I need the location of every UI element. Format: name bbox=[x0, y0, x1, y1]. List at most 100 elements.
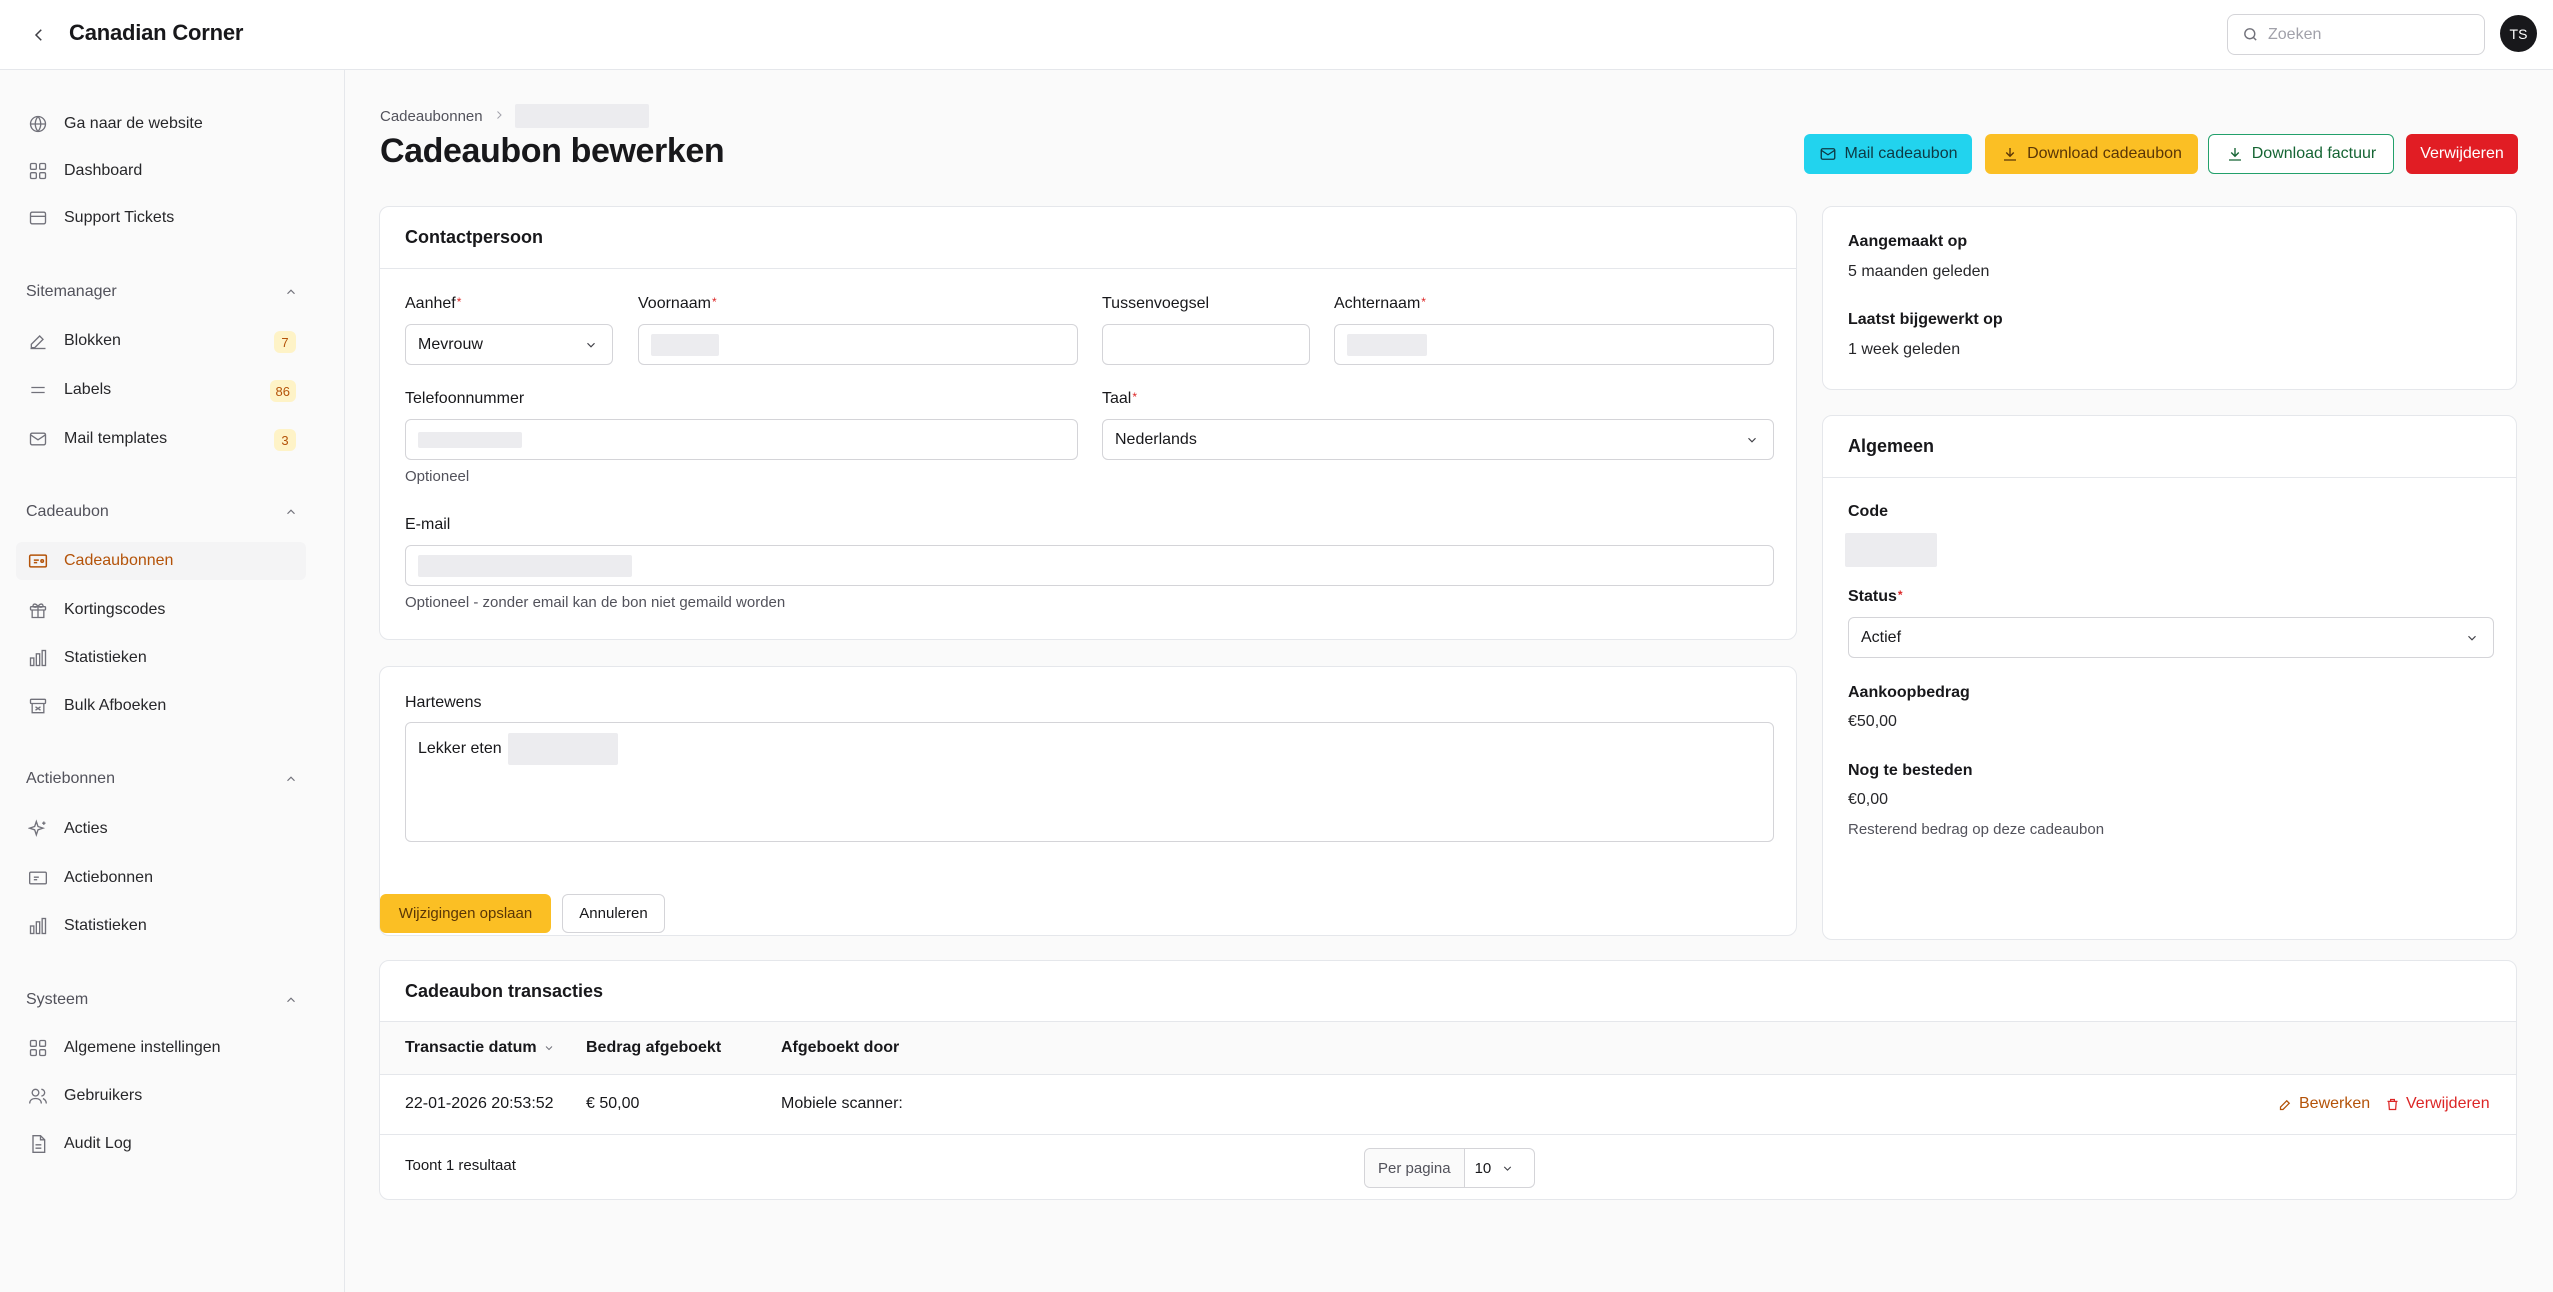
phone-input[interactable] bbox=[405, 419, 1078, 460]
cancel-button[interactable]: Annuleren bbox=[562, 894, 665, 933]
delete-transaction-button[interactable]: Verwijderen bbox=[2385, 1095, 2490, 1113]
meta-card: Aangemaakt op 5 maanden geleden Laatst b… bbox=[1822, 206, 2517, 390]
ticket-icon bbox=[26, 549, 50, 573]
edit-icon bbox=[26, 329, 50, 353]
delete-voucher-button[interactable]: Verwijderen bbox=[2406, 134, 2518, 174]
back-button[interactable] bbox=[26, 22, 52, 48]
sidebar-item-label: Cadeaubonnen bbox=[64, 552, 174, 569]
avatar[interactable]: TS bbox=[2500, 15, 2537, 52]
sidebar-item-label: Actiebonnen bbox=[64, 869, 153, 886]
created-value: 5 maanden geleden bbox=[1848, 263, 1990, 280]
search-input[interactable]: Zoeken bbox=[2227, 14, 2485, 55]
amount-value: €50,00 bbox=[1848, 713, 1897, 730]
sidebar-item-label: Statistieken bbox=[64, 917, 147, 934]
sidebar-item-instellingen[interactable]: Algemene instellingen bbox=[16, 1029, 306, 1067]
sidebar-item-label: Support Tickets bbox=[64, 209, 175, 226]
mail-icon bbox=[1820, 148, 1835, 160]
sidebar-item-label: Dashboard bbox=[64, 162, 143, 179]
per-page-select[interactable]: Per pagina 10 bbox=[1364, 1148, 1535, 1188]
language-value: Nederlands bbox=[1115, 430, 1197, 448]
sidebar-item-website[interactable]: Ga naar de website bbox=[16, 105, 306, 143]
sidebar-item-support[interactable]: Support Tickets bbox=[16, 199, 306, 237]
button-label: Annuleren bbox=[579, 905, 648, 922]
column-transaction-date[interactable]: Transactie datum bbox=[405, 1039, 555, 1057]
salutation-value: Mevrouw bbox=[418, 335, 483, 353]
status-value: Actief bbox=[1861, 628, 1902, 646]
phone-label: Telefoonnummer bbox=[405, 390, 525, 407]
general-card-title: Algemeen bbox=[1823, 416, 2516, 478]
sidebar-item-labels[interactable]: Labels 86 bbox=[16, 371, 306, 409]
sidebar-group-sitemanager[interactable]: Sitemanager bbox=[26, 283, 298, 301]
status-select[interactable]: Actief bbox=[1848, 617, 2494, 658]
sidebar-item-statistieken[interactable]: Statistieken bbox=[16, 639, 306, 677]
result-count: Toont 1 resultaat bbox=[405, 1157, 516, 1174]
sidebar-item-label: Bulk Afboeken bbox=[64, 697, 167, 714]
topbar: Canadian Corner Zoeken TS bbox=[0, 0, 2553, 70]
globe-icon bbox=[26, 112, 50, 136]
count-badge: 86 bbox=[269, 380, 296, 402]
language-select[interactable]: Nederlands bbox=[1102, 419, 1774, 460]
sidebar-item-bulk-afboeken[interactable]: Bulk Afboeken bbox=[16, 687, 306, 725]
sidebar-item-gebruikers[interactable]: Gebruikers bbox=[16, 1077, 306, 1115]
search-placeholder: Zoeken bbox=[2268, 25, 2322, 43]
lastname-redacted bbox=[1347, 333, 1427, 356]
search-icon bbox=[2244, 28, 2257, 41]
button-label: Wijzigingen opslaan bbox=[398, 905, 533, 922]
save-changes-button[interactable]: Wijzigingen opslaan bbox=[380, 894, 551, 933]
wishes-label: Hartewens bbox=[405, 694, 482, 711]
sidebar-group-systeem[interactable]: Systeem bbox=[26, 991, 298, 1009]
sidebar-group-actiebonnen[interactable]: Actiebonnen bbox=[26, 770, 298, 788]
sidebar: Ga naar de website Dashboard Support Tic… bbox=[0, 70, 345, 1292]
sidebar-item-actie-statistieken[interactable]: Statistieken bbox=[16, 907, 306, 945]
column-amount: Bedrag afgeboekt bbox=[586, 1039, 722, 1056]
column-label: Transactie datum bbox=[405, 1039, 537, 1056]
chevron-up-icon bbox=[287, 509, 295, 515]
wishes-textarea[interactable]: Lekker eten bbox=[405, 722, 1774, 842]
wishes-value: Lekker eten bbox=[418, 740, 502, 758]
bar-chart-icon bbox=[26, 646, 50, 670]
updated-label: Laatst bijgewerkt op bbox=[1848, 311, 2003, 328]
contact-card: Contactpersoon Aanhef* Mevrouw Voornaam*… bbox=[379, 206, 1797, 640]
lastname-input[interactable] bbox=[1334, 324, 1774, 365]
sidebar-item-audit-log[interactable]: Audit Log bbox=[16, 1125, 306, 1163]
general-card: Algemeen Code Status* Actief Aankoopbedr… bbox=[1822, 415, 2517, 940]
sidebar-item-label: Acties bbox=[64, 820, 108, 837]
sidebar-item-acties[interactable]: Acties bbox=[16, 810, 306, 848]
chevron-right-icon bbox=[493, 108, 505, 125]
transactions-title: Cadeaubon transacties bbox=[405, 981, 604, 1001]
breadcrumb-parent[interactable]: Cadeaubonnen bbox=[380, 108, 483, 125]
sidebar-item-cadeaubonnen[interactable]: Cadeaubonnen bbox=[16, 542, 306, 580]
users-icon bbox=[26, 1084, 50, 1108]
table-header: Transactie datum Bedrag afgeboekt Afgebo… bbox=[380, 1021, 2516, 1075]
infix-input[interactable] bbox=[1102, 324, 1310, 365]
remaining-hint: Resterend bedrag op deze cadeaubon bbox=[1848, 821, 2105, 838]
email-input[interactable] bbox=[405, 545, 1774, 586]
phone-hint: Optioneel bbox=[405, 468, 470, 485]
sidebar-item-blokken[interactable]: Blokken 7 bbox=[16, 322, 306, 360]
sidebar-item-label: Algemene instellingen bbox=[64, 1039, 221, 1056]
button-label: Verwijderen bbox=[2406, 1095, 2490, 1112]
firstname-input[interactable] bbox=[638, 324, 1078, 365]
sidebar-item-dashboard[interactable]: Dashboard bbox=[16, 152, 306, 190]
button-label: Download factuur bbox=[2251, 145, 2377, 162]
contact-card-title: Contactpersoon bbox=[380, 207, 1796, 269]
email-redacted bbox=[418, 554, 632, 577]
sparkles-icon bbox=[26, 817, 50, 841]
grid-icon bbox=[26, 159, 50, 183]
salutation-select[interactable]: Mevrouw bbox=[405, 324, 613, 365]
per-page-label: Per pagina bbox=[1365, 1149, 1465, 1187]
chevron-down-icon bbox=[545, 1046, 552, 1051]
sidebar-item-label: Ga naar de website bbox=[64, 115, 203, 132]
sidebar-item-mail-templates[interactable]: Mail templates 3 bbox=[16, 420, 306, 458]
sidebar-group-title: Systeem bbox=[26, 991, 89, 1008]
table-row: 22-01-2026 20:53:52 € 50,00 Mobiele scan… bbox=[380, 1075, 2516, 1135]
chevron-up-icon bbox=[287, 997, 295, 1003]
sidebar-item-kortingscodes[interactable]: Kortingscodes bbox=[16, 591, 306, 629]
download-voucher-button[interactable]: Download cadeaubon bbox=[1985, 134, 2198, 174]
edit-transaction-button[interactable]: Bewerken bbox=[2278, 1095, 2370, 1113]
download-invoice-button[interactable]: Download factuur bbox=[2208, 134, 2394, 174]
sidebar-item-actiebonnen[interactable]: Actiebonnen bbox=[16, 859, 306, 897]
sidebar-group-cadeaubon[interactable]: Cadeaubon bbox=[26, 503, 298, 521]
button-label: Mail cadeaubon bbox=[1844, 145, 1958, 162]
mail-voucher-button[interactable]: Mail cadeaubon bbox=[1804, 134, 1972, 174]
